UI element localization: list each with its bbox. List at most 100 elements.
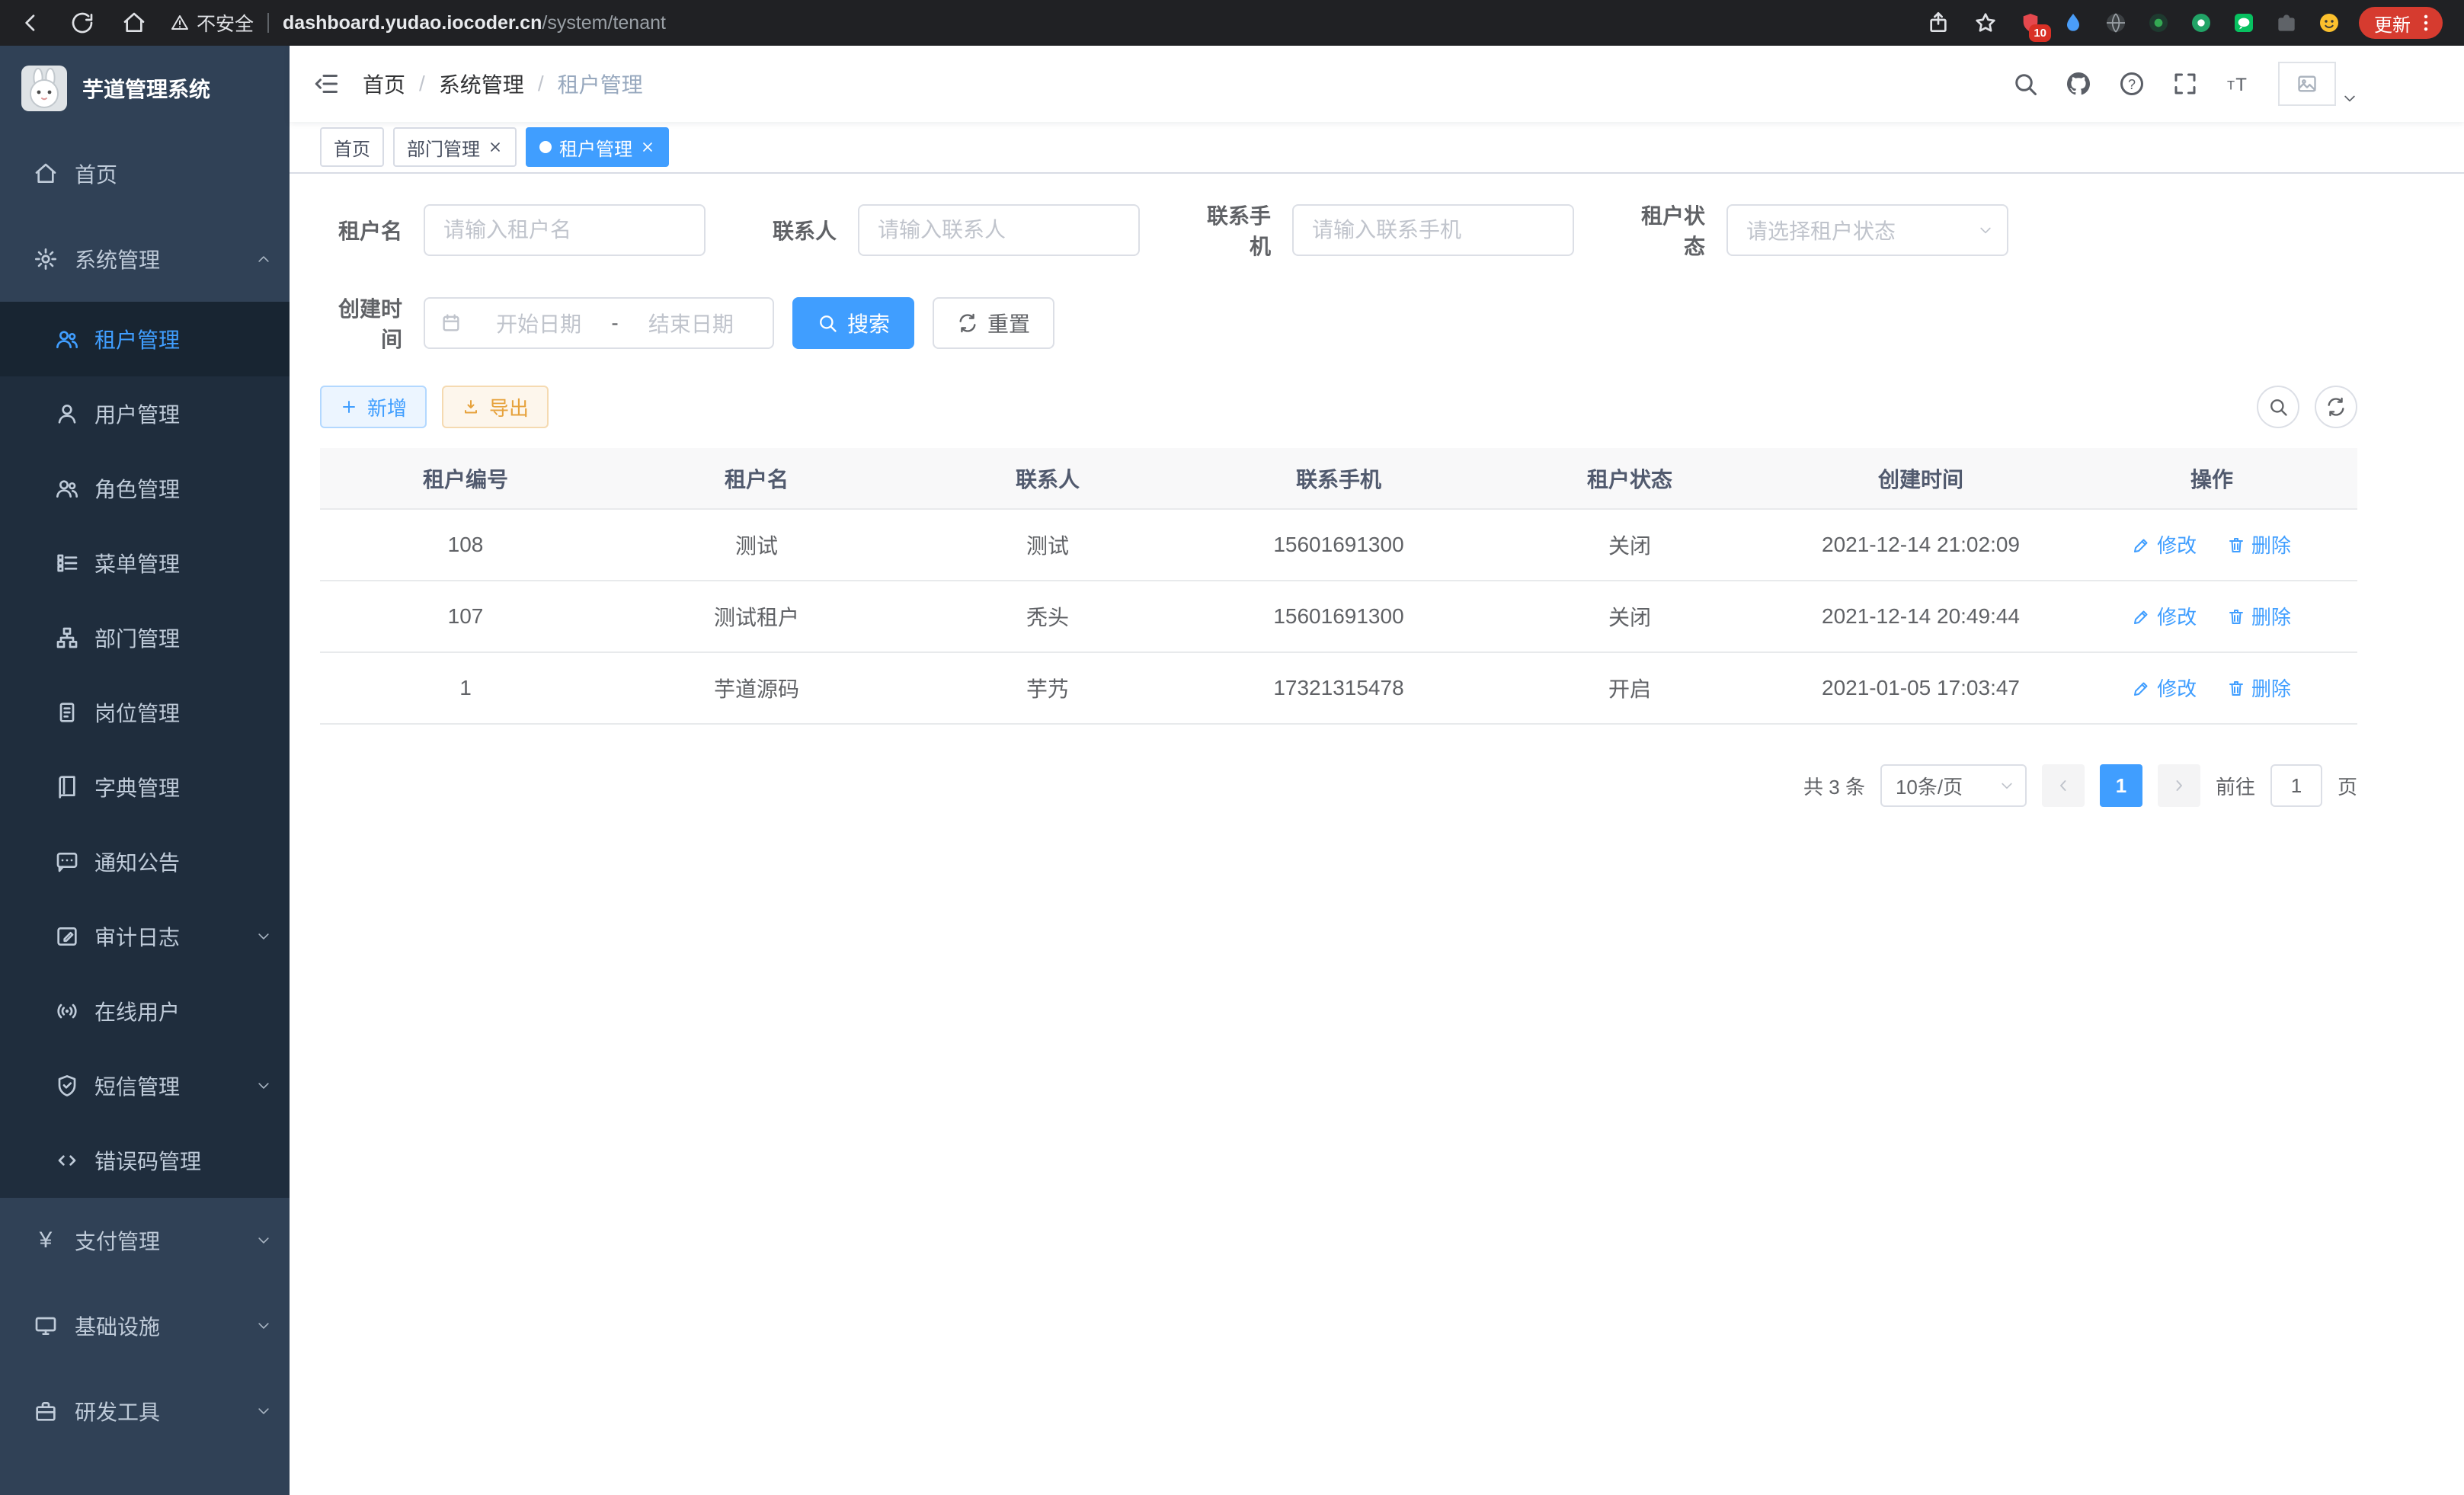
org-tree-icon: [55, 626, 79, 650]
contact-label: 联系人: [754, 215, 858, 245]
sidebar-item-system[interactable]: 系统管理: [0, 216, 290, 302]
font-size-icon[interactable]: TT: [2225, 70, 2252, 98]
trash-icon: [2227, 536, 2245, 554]
search-icon: [2267, 396, 2289, 418]
extension-globe-icon[interactable]: [2103, 10, 2129, 36]
extension-face-icon[interactable]: [2316, 10, 2342, 36]
status-select[interactable]: 请选择租户状态: [1726, 204, 2008, 256]
phone-cell: 15601691300: [1193, 581, 1484, 652]
sidebar-item-payment[interactable]: ¥ 支付管理: [0, 1198, 290, 1283]
navbar-actions: ? TT: [2011, 62, 2357, 106]
date-range-picker[interactable]: 开始日期 - 结束日期: [424, 297, 774, 349]
tab-home[interactable]: 首页: [320, 127, 384, 167]
broken-image-icon: [2296, 73, 2318, 94]
extension-dark-circle-icon[interactable]: [2146, 10, 2171, 36]
goto-page-input[interactable]: [2270, 764, 2322, 807]
hamburger-icon: [312, 70, 340, 98]
address-bar[interactable]: 不安全 dashboard.yudao.iocoder.cn/system/te…: [171, 9, 1923, 37]
reload-icon[interactable]: [67, 8, 98, 38]
github-icon[interactable]: [2065, 70, 2092, 98]
breadcrumb-home[interactable]: 首页: [363, 69, 405, 99]
edit-icon: [2133, 679, 2151, 697]
table-header-row: 租户编号 租户名 联系人 联系手机 租户状态 创建时间 操作: [320, 448, 2357, 509]
prev-page-button[interactable]: [2042, 764, 2085, 807]
create-time-label: 创建时间: [320, 293, 424, 354]
extension-puzzle-icon[interactable]: [2274, 10, 2299, 36]
add-button[interactable]: 新增: [320, 386, 427, 428]
export-button[interactable]: 导出: [442, 386, 549, 428]
top-navbar: 首页 / 系统管理 / 租户管理 ? T: [290, 46, 2464, 122]
next-page-button[interactable]: [2158, 764, 2200, 807]
app-title: 芋道管理系统: [82, 73, 210, 104]
actions-cell: 修改 删除: [2066, 581, 2357, 652]
status-cell: 开启: [1484, 652, 1775, 724]
filter-row-2: 创建时间 开始日期 - 结束日期 搜索 重置: [320, 293, 2357, 354]
browser-update-button[interactable]: 更新: [2359, 7, 2443, 39]
message-icon: [55, 850, 79, 874]
share-icon[interactable]: [1923, 8, 1954, 38]
total-count: 共 3 条: [1803, 772, 1865, 800]
contact-cell: 测试: [902, 509, 1193, 581]
home-icon[interactable]: [119, 8, 149, 38]
delete-row-button[interactable]: 删除: [2227, 530, 2291, 559]
refresh-table-button[interactable]: [2315, 386, 2357, 428]
delete-row-button[interactable]: 删除: [2227, 602, 2291, 630]
sidebar-item-infra[interactable]: 基础设施: [0, 1283, 290, 1369]
created-cell: 2021-12-14 21:02:09: [1775, 509, 2066, 581]
edit-row-button[interactable]: 修改: [2133, 674, 2197, 702]
edit-row-button[interactable]: 修改: [2133, 602, 2197, 630]
sidebar-item-online-user[interactable]: 在线用户: [0, 974, 290, 1048]
page-1-button[interactable]: 1: [2100, 764, 2142, 807]
sidebar-item-tenant[interactable]: 租户管理: [0, 302, 290, 376]
delete-row-button[interactable]: 删除: [2227, 674, 2291, 702]
sidebar-item-menu[interactable]: 菜单管理: [0, 526, 290, 600]
sidebar-item-home[interactable]: 首页: [0, 131, 290, 216]
sidebar-item-user[interactable]: 用户管理: [0, 376, 290, 451]
menu-fold-button[interactable]: [312, 70, 340, 98]
page-size-select[interactable]: 10条/页: [1880, 764, 2027, 807]
sidebar-item-devtools[interactable]: 研发工具: [0, 1369, 290, 1454]
sidebar-item-post[interactable]: 岗位管理: [0, 675, 290, 750]
extension-chat-icon[interactable]: [2231, 10, 2257, 36]
search-button[interactable]: 搜索: [792, 297, 914, 349]
extension-green-circle-icon[interactable]: [2188, 10, 2214, 36]
refresh-icon: [2325, 396, 2347, 418]
back-icon[interactable]: [15, 8, 46, 38]
phone-input[interactable]: [1292, 204, 1574, 256]
created-cell: 2021-01-05 17:03:47: [1775, 652, 2066, 724]
close-icon[interactable]: [488, 139, 503, 155]
breadcrumb-system[interactable]: 系统管理: [439, 69, 524, 99]
page-content: 租户名 联系人 联系手机 租户状态 请选择租户状态: [290, 174, 2464, 1495]
code-icon: [55, 1148, 79, 1173]
filter-row-1: 租户名 联系人 联系手机 租户状态 请选择租户状态: [320, 200, 2357, 261]
tenant-name-cell: 芋道源码: [611, 652, 902, 724]
search-icon[interactable]: [2011, 70, 2039, 98]
sidebar-item-error-code[interactable]: 错误码管理: [0, 1123, 290, 1198]
tab-dept[interactable]: 部门管理: [393, 127, 517, 167]
sidebar-item-audit-log[interactable]: 审计日志: [0, 899, 290, 974]
book-icon: [55, 775, 79, 799]
sidebar-item-dict[interactable]: 字典管理: [0, 750, 290, 824]
extension-shield-icon[interactable]: 10: [2018, 10, 2043, 36]
tenant-name-input[interactable]: [424, 204, 706, 256]
extension-drop-icon[interactable]: [2060, 10, 2086, 36]
gear-icon: [34, 247, 58, 271]
reset-button[interactable]: 重置: [933, 297, 1054, 349]
sidebar-item-dept[interactable]: 部门管理: [0, 600, 290, 675]
bookmark-star-icon[interactable]: [1970, 8, 2001, 38]
edit-row-button[interactable]: 修改: [2133, 530, 2197, 559]
edit-icon: [2133, 536, 2151, 554]
user-avatar-menu[interactable]: [2278, 62, 2357, 106]
help-icon[interactable]: ?: [2118, 70, 2146, 98]
toggle-search-button[interactable]: [2257, 386, 2299, 428]
sidebar-item-sms[interactable]: 短信管理: [0, 1048, 290, 1123]
breadcrumb: 首页 / 系统管理 / 租户管理: [363, 69, 643, 99]
column-header: 操作: [2066, 448, 2357, 509]
contact-input[interactable]: [858, 204, 1140, 256]
sidebar-item-role[interactable]: 角色管理: [0, 451, 290, 526]
fullscreen-icon[interactable]: [2171, 70, 2199, 98]
sidebar-item-notice[interactable]: 通知公告: [0, 824, 290, 899]
tenant-name-cell: 测试: [611, 509, 902, 581]
close-icon[interactable]: [640, 139, 655, 155]
tab-tenant[interactable]: 租户管理: [526, 127, 669, 167]
